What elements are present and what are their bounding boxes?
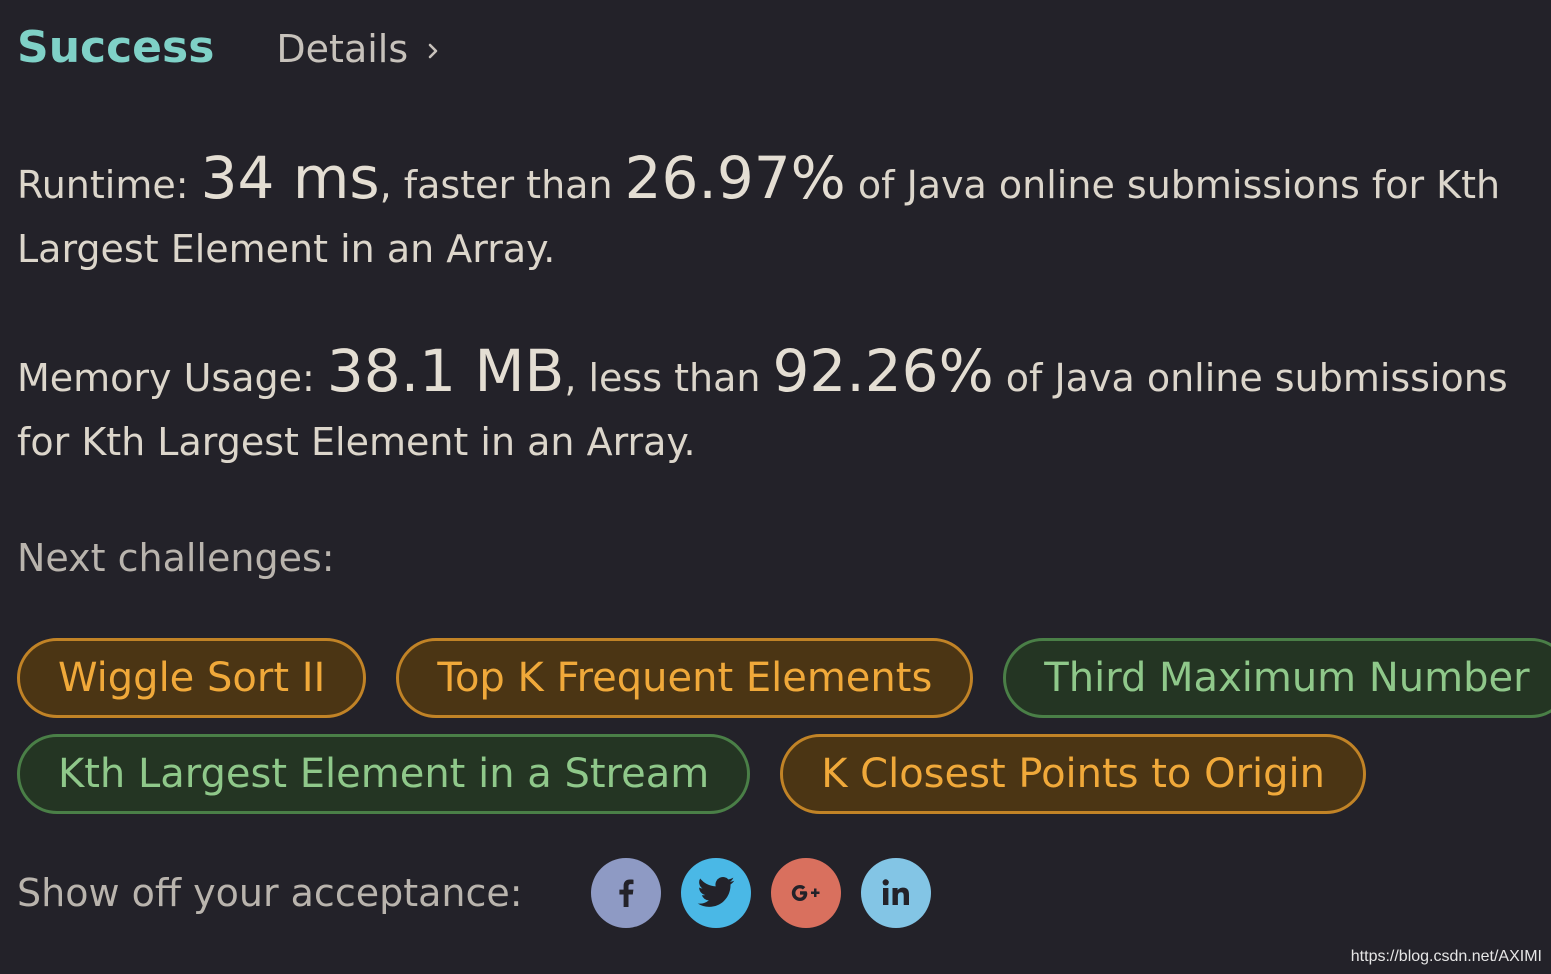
challenge-chip-kth-largest-element-in-a-stream[interactable]: Kth Largest Element in a Stream <box>17 734 751 814</box>
memory-value: 38.1 MB <box>326 337 565 405</box>
memory-stat: Memory Usage: 38.1 MB, less than 92.26% … <box>17 339 1527 474</box>
runtime-mid: , faster than <box>379 163 625 207</box>
share-linkedin-button[interactable] <box>860 858 931 928</box>
details-link[interactable]: Details <box>276 27 442 71</box>
google-plus-icon <box>791 885 820 901</box>
share-facebook-button[interactable] <box>590 858 661 928</box>
details-label: Details <box>276 27 409 71</box>
challenge-row: Wiggle Sort II Top K Frequent Elements T… <box>17 638 1551 718</box>
share-label: Show off your acceptance: <box>17 871 523 915</box>
share-twitter-button[interactable] <box>680 858 751 928</box>
challenge-chip-third-maximum-number[interactable]: Third Maximum Number <box>1003 638 1551 718</box>
share-google-plus-button[interactable] <box>770 858 841 928</box>
twitter-icon <box>697 877 734 907</box>
facebook-icon <box>618 879 634 907</box>
runtime-stat: Runtime: 34 ms, faster than 26.97% of Ja… <box>17 146 1527 281</box>
runtime-percent: 26.97% <box>624 144 846 212</box>
memory-mid: , less than <box>564 356 773 400</box>
status-success: Success <box>17 22 215 73</box>
runtime-value: 34 ms <box>200 144 380 212</box>
challenge-chip-top-k-frequent-elements[interactable]: Top K Frequent Elements <box>396 638 974 718</box>
memory-percent: 92.26% <box>772 337 994 405</box>
challenge-chip-wiggle-sort-ii[interactable]: Wiggle Sort II <box>17 638 367 718</box>
next-challenges-list: Wiggle Sort II Top K Frequent Elements T… <box>17 638 1551 830</box>
memory-label: Memory Usage: <box>17 356 327 400</box>
result-header: Success Details <box>17 22 442 73</box>
challenge-chip-k-closest-points-to-origin[interactable]: K Closest Points to Origin <box>780 734 1367 814</box>
chevron-right-icon <box>428 43 438 59</box>
challenge-row: Kth Largest Element in a Stream K Closes… <box>17 734 1527 814</box>
watermark: https://blog.csdn.net/AXIMI <box>1350 948 1542 965</box>
runtime-label: Runtime: <box>17 163 201 207</box>
linkedin-icon <box>882 879 909 905</box>
next-challenges-title: Next challenges: <box>17 536 335 580</box>
share-section: Show off your acceptance: <box>17 858 951 928</box>
